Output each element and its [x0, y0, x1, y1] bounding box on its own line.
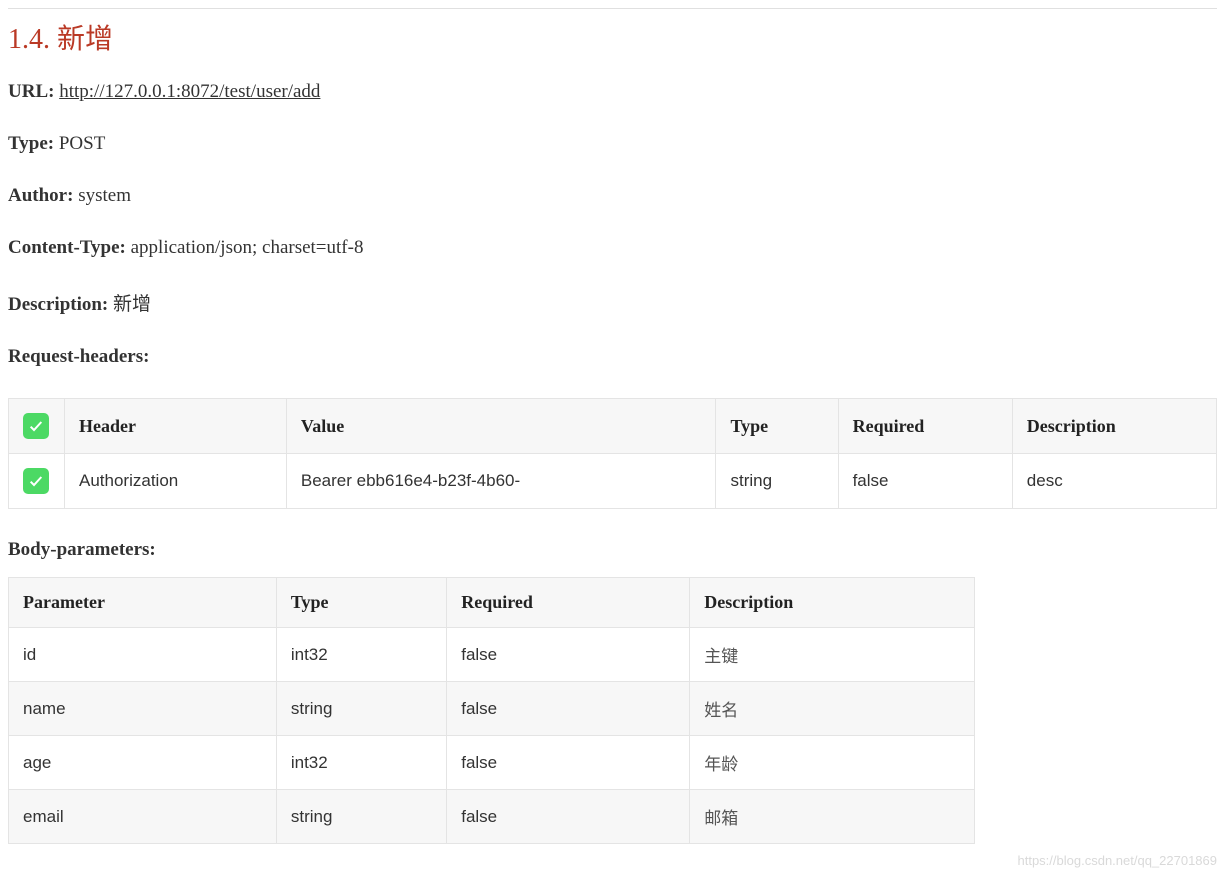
request-headers-heading: Request-headers:	[8, 346, 1217, 368]
author-row: Author: system	[8, 185, 1217, 207]
table-row: Authorization Bearer ebb616e4-b23f-4b60-…	[9, 454, 1217, 509]
description-label: Description:	[8, 294, 108, 315]
content-type-label: Content-Type:	[8, 237, 126, 258]
section-name: 新增	[57, 24, 113, 55]
type-row: Type: POST	[8, 133, 1217, 155]
rh-cell-header: Authorization	[65, 454, 287, 509]
rh-cell-description: desc	[1012, 454, 1216, 509]
body-parameters-heading: Body-parameters:	[8, 539, 1217, 561]
table-row: name string false 姓名	[9, 682, 975, 736]
bp-col-description: Description	[690, 578, 975, 628]
table-row: email string false 邮箱	[9, 790, 975, 844]
bp-cell-type: int32	[276, 628, 446, 682]
bp-cell-required: false	[447, 628, 690, 682]
bp-cell-description: 年龄	[690, 736, 975, 790]
bp-cell-parameter: name	[9, 682, 277, 736]
type-label: Type:	[8, 133, 54, 154]
rh-cell-type: string	[716, 454, 838, 509]
bp-col-parameter: Parameter	[9, 578, 277, 628]
rh-col-required: Required	[838, 399, 1012, 454]
section-number: 1.4.	[8, 24, 50, 55]
bp-cell-description: 主键	[690, 628, 975, 682]
rh-col-value: Value	[286, 399, 716, 454]
content-type-row: Content-Type: application/json; charset=…	[8, 237, 1217, 259]
author-value: system	[78, 185, 131, 206]
rh-cell-required: false	[838, 454, 1012, 509]
bp-cell-required: false	[447, 736, 690, 790]
bp-cell-required: false	[447, 790, 690, 844]
check-icon[interactable]	[23, 468, 49, 494]
url-label: URL:	[8, 81, 54, 102]
bp-cell-type: string	[276, 682, 446, 736]
author-label: Author:	[8, 185, 73, 206]
url-row: URL: http://127.0.0.1:8072/test/user/add	[8, 81, 1217, 103]
rh-cell-value: Bearer ebb616e4-b23f-4b60-	[286, 454, 716, 509]
rh-col-header: Header	[65, 399, 287, 454]
bp-col-type: Type	[276, 578, 446, 628]
rh-col-type: Type	[716, 399, 838, 454]
rh-cell-check	[9, 454, 65, 509]
content-type-value: application/json; charset=utf-8	[131, 237, 364, 258]
type-value: POST	[59, 133, 105, 154]
bp-cell-parameter: id	[9, 628, 277, 682]
body-parameters-label: Body-parameters:	[8, 539, 156, 560]
bp-col-required: Required	[447, 578, 690, 628]
bp-cell-description: 邮箱	[690, 790, 975, 844]
request-headers-label: Request-headers:	[8, 346, 149, 367]
request-headers-table: Header Value Type Required Description A…	[8, 398, 1217, 509]
watermark: https://blog.csdn.net/qq_22701869	[1018, 853, 1218, 868]
url-link[interactable]: http://127.0.0.1:8072/test/user/add	[59, 81, 320, 102]
bp-cell-required: false	[447, 682, 690, 736]
table-row: age int32 false 年龄	[9, 736, 975, 790]
rh-col-check	[9, 399, 65, 454]
check-icon[interactable]	[23, 413, 49, 439]
bp-cell-parameter: age	[9, 736, 277, 790]
bp-cell-description: 姓名	[690, 682, 975, 736]
bp-cell-type: string	[276, 790, 446, 844]
description-row: Description: 新增	[8, 289, 1217, 316]
description-value: 新增	[113, 294, 151, 315]
section-title: 1.4. 新增	[8, 17, 1217, 57]
body-parameters-table: Parameter Type Required Description id i…	[8, 577, 975, 844]
bp-cell-type: int32	[276, 736, 446, 790]
table-row: id int32 false 主键	[9, 628, 975, 682]
bp-cell-parameter: email	[9, 790, 277, 844]
rh-col-description: Description	[1012, 399, 1216, 454]
top-divider	[8, 8, 1217, 9]
